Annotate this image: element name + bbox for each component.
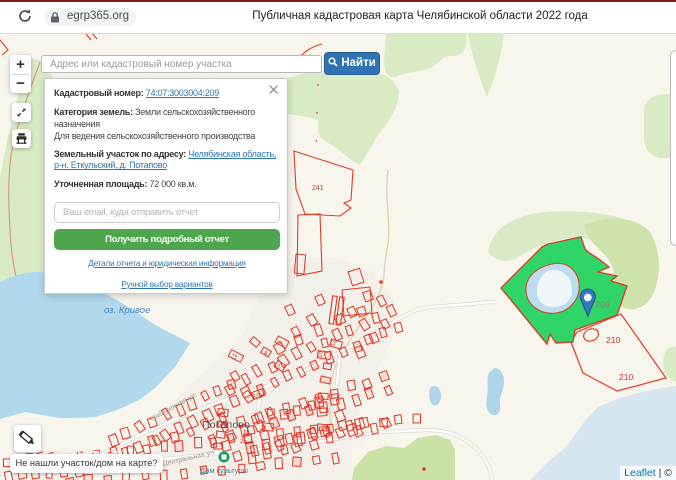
svg-text:478: 478 (252, 394, 263, 400)
svg-text:18: 18 (243, 430, 250, 436)
svg-text:210: 210 (606, 335, 620, 345)
svg-text:оз. Кривое: оз. Кривое (104, 305, 150, 316)
svg-text:25: 25 (240, 439, 247, 445)
svg-text:Дом культуры: Дом культуры (200, 466, 248, 475)
svg-text:210: 210 (619, 372, 633, 382)
svg-text:241: 241 (312, 185, 324, 192)
svg-text:209: 209 (596, 300, 610, 310)
svg-text:10: 10 (318, 350, 325, 358)
